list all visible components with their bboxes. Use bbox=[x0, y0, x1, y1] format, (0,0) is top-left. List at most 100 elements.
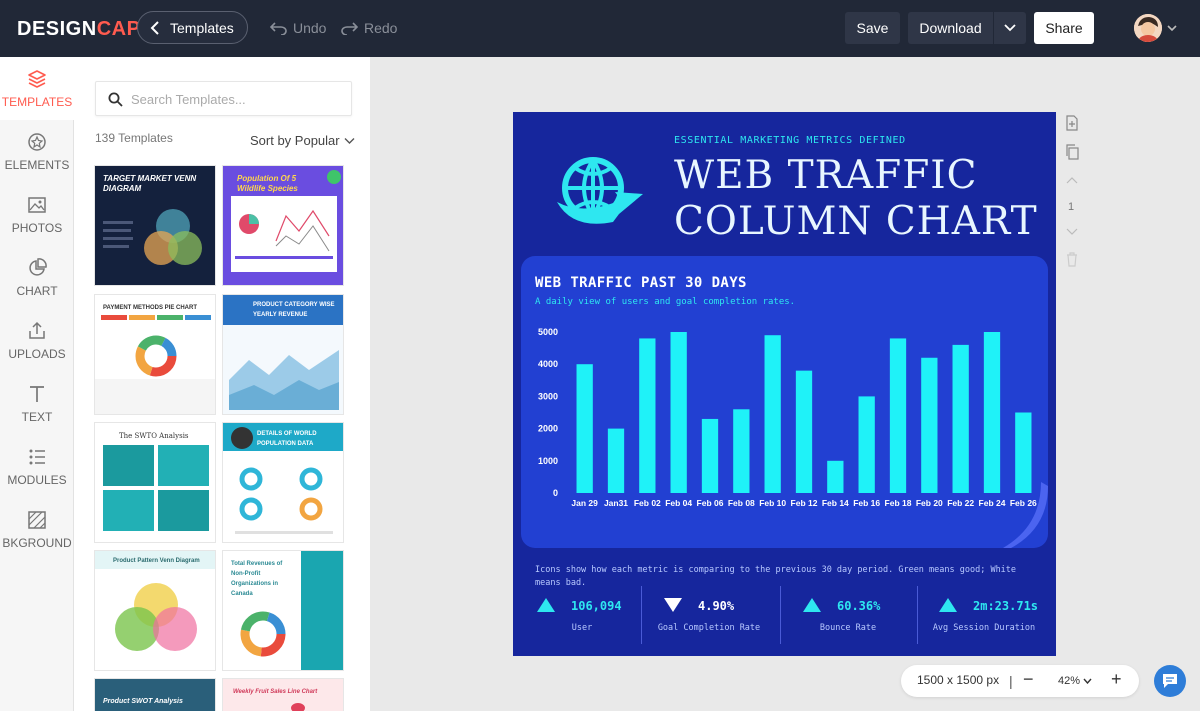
template-thumbnail[interactable]: Product Pattern Venn Diagram bbox=[94, 550, 216, 671]
move-up-icon[interactable] bbox=[1064, 173, 1080, 189]
templates-back-button[interactable]: Templates bbox=[137, 11, 248, 44]
template-thumbnail[interactable]: PAYMENT METHODS PIE CHART bbox=[94, 294, 216, 415]
chart-bar bbox=[795, 370, 813, 493]
sort-label: Sort by Popular bbox=[250, 133, 340, 148]
designcap-logo[interactable]: DESIGNCAP bbox=[17, 18, 140, 40]
metric-session-duration: 2m:23.71s Avg Session Duration bbox=[923, 586, 1045, 644]
templates-panel: 139 Templates Sort by Popular TARGET MAR… bbox=[74, 57, 370, 711]
sort-dropdown[interactable]: Sort by Popular bbox=[250, 133, 355, 148]
x-tick-label: Feb 02 bbox=[634, 498, 661, 508]
y-tick-label: 4000 bbox=[538, 359, 558, 369]
sidebar-item-chart[interactable]: CHART bbox=[0, 246, 74, 309]
download-button[interactable]: Download bbox=[908, 12, 993, 44]
share-button[interactable]: Share bbox=[1034, 12, 1094, 44]
logo-text-design: DESIGN bbox=[17, 18, 97, 40]
text-icon bbox=[30, 385, 44, 402]
x-tick-label: Feb 14 bbox=[822, 498, 849, 508]
download-options-button[interactable] bbox=[994, 12, 1026, 44]
chevron-down-icon bbox=[1004, 24, 1016, 32]
area-chart-graphic bbox=[229, 350, 339, 410]
duplicate-page-icon[interactable] bbox=[1064, 144, 1080, 160]
template-title: Product SWOT Analysis bbox=[103, 698, 183, 705]
sidebar-item-label: TEMPLATES bbox=[1, 94, 73, 109]
sidebar-item-label: ELEMENTS bbox=[4, 157, 70, 172]
zoom-level-dropdown[interactable]: 42% bbox=[1058, 675, 1092, 687]
template-thumbnail[interactable]: Product SWOT Analysis bbox=[94, 678, 216, 711]
sidebar-item-label: UPLOADS bbox=[8, 346, 66, 361]
x-tick-label: Feb 10 bbox=[759, 498, 786, 508]
zoom-out-button[interactable]: − bbox=[1023, 669, 1034, 690]
sidebar-item-label: CHART bbox=[16, 283, 58, 298]
logo-text-cap: CAP bbox=[96, 18, 141, 40]
template-thumbnail[interactable]: PRODUCT CATEGORY WISE YEARLY REVENUE bbox=[222, 294, 344, 415]
zoom-in-button[interactable]: + bbox=[1111, 669, 1122, 690]
chevron-down-icon bbox=[344, 137, 355, 144]
background-icon bbox=[28, 510, 46, 529]
metric-users: 106,094 User bbox=[521, 586, 643, 644]
page-number: 1 bbox=[1068, 201, 1075, 213]
y-tick-label: 5000 bbox=[538, 327, 558, 337]
templates-back-label: Templates bbox=[170, 19, 234, 36]
sidebar-item-photos[interactable]: PHOTOS bbox=[0, 183, 74, 246]
chevron-down-icon bbox=[1083, 678, 1092, 684]
chart-bar bbox=[670, 332, 687, 493]
template-thumbnail[interactable]: The SWTO Analysis bbox=[94, 422, 216, 543]
template-thumbnail[interactable]: Population Of 5 Wildlife Species bbox=[222, 165, 344, 286]
thumb-sidebar bbox=[301, 551, 343, 670]
sidebar-rail: TEMPLATES ELEMENTS PHOTOS CHART UPLOADS … bbox=[0, 57, 74, 711]
chart-bar bbox=[889, 338, 907, 493]
x-tick-label: Feb 22 bbox=[947, 498, 974, 508]
x-tick-label: Feb 20 bbox=[916, 498, 943, 508]
template-thumbnail[interactable]: Weekly Fruit Sales Line Chart bbox=[222, 678, 344, 711]
metric-label: Goal Completion Rate bbox=[657, 623, 761, 633]
premium-badge-icon bbox=[327, 170, 341, 184]
template-title: Population Of 5 Wildlife Species bbox=[237, 174, 298, 193]
design-canvas[interactable]: ESSENTIAL MARKETING METRICS DEFINED WEB … bbox=[513, 112, 1056, 656]
chat-icon bbox=[1163, 674, 1177, 688]
metric-label: Avg Session Duration bbox=[932, 623, 1036, 633]
template-thumbnail[interactable]: DETAILS OF WORLD POPULATION DATA bbox=[222, 422, 344, 543]
save-button[interactable]: Save bbox=[845, 12, 900, 44]
search-input[interactable] bbox=[131, 89, 341, 109]
triangle-down-icon bbox=[664, 598, 682, 612]
upload-icon bbox=[29, 321, 45, 339]
undo-button[interactable]: Undo bbox=[270, 18, 326, 38]
sidebar-item-background[interactable]: BKGROUND bbox=[0, 498, 74, 561]
sidebar-item-templates[interactable]: TEMPLATES bbox=[0, 57, 74, 120]
sidebar-item-text[interactable]: TEXT bbox=[0, 372, 74, 435]
poster-kicker: ESSENTIAL MARKETING METRICS DEFINED bbox=[674, 135, 906, 146]
metric-goal-completion: 4.90% Goal Completion Rate bbox=[648, 586, 770, 644]
delete-page-icon[interactable] bbox=[1064, 251, 1080, 267]
redo-icon bbox=[341, 22, 358, 35]
template-search-box[interactable] bbox=[95, 81, 352, 116]
search-icon bbox=[108, 92, 123, 107]
thumb-footer bbox=[95, 379, 215, 414]
sidebar-item-elements[interactable]: ELEMENTS bbox=[0, 120, 74, 183]
template-title: Total Revenues of Non-Profit Organizatio… bbox=[231, 561, 283, 597]
sidebar-item-uploads[interactable]: UPLOADS bbox=[0, 309, 74, 372]
chart-bar bbox=[639, 338, 656, 493]
sidebar-item-modules[interactable]: MODULES bbox=[0, 435, 74, 498]
chevron-left-icon bbox=[150, 20, 159, 35]
chart-title: WEB TRAFFIC PAST 30 DAYS bbox=[535, 275, 747, 291]
undo-label: Undo bbox=[293, 20, 327, 36]
poster-title-line2: COLUMN CHART bbox=[674, 199, 1038, 244]
redo-button[interactable]: Redo bbox=[341, 18, 397, 38]
photo-icon bbox=[28, 196, 46, 213]
template-thumbnail[interactable]: Total Revenues of Non-Profit Organizatio… bbox=[222, 550, 344, 671]
template-thumbnail[interactable]: TARGET MARKET VENN DIAGRAM bbox=[94, 165, 216, 286]
avatar-chevron-down-icon[interactable] bbox=[1166, 22, 1178, 34]
user-avatar[interactable] bbox=[1134, 14, 1162, 42]
canvas-dimensions[interactable]: 1500 x 1500 px bbox=[917, 673, 999, 687]
donut-graphic bbox=[135, 335, 177, 377]
chat-support-button[interactable] bbox=[1154, 665, 1186, 697]
poster-title-line1: WEB TRAFFIC bbox=[674, 153, 978, 198]
chart-bar bbox=[858, 396, 875, 493]
metric-value: 106,094 bbox=[571, 599, 622, 613]
thumb-text-line bbox=[103, 229, 131, 232]
add-page-icon[interactable] bbox=[1064, 115, 1080, 131]
move-down-icon[interactable] bbox=[1064, 223, 1080, 239]
divider: | bbox=[1009, 673, 1013, 689]
donut-graphic bbox=[240, 611, 286, 657]
venn-diagram-graphic bbox=[115, 583, 197, 651]
